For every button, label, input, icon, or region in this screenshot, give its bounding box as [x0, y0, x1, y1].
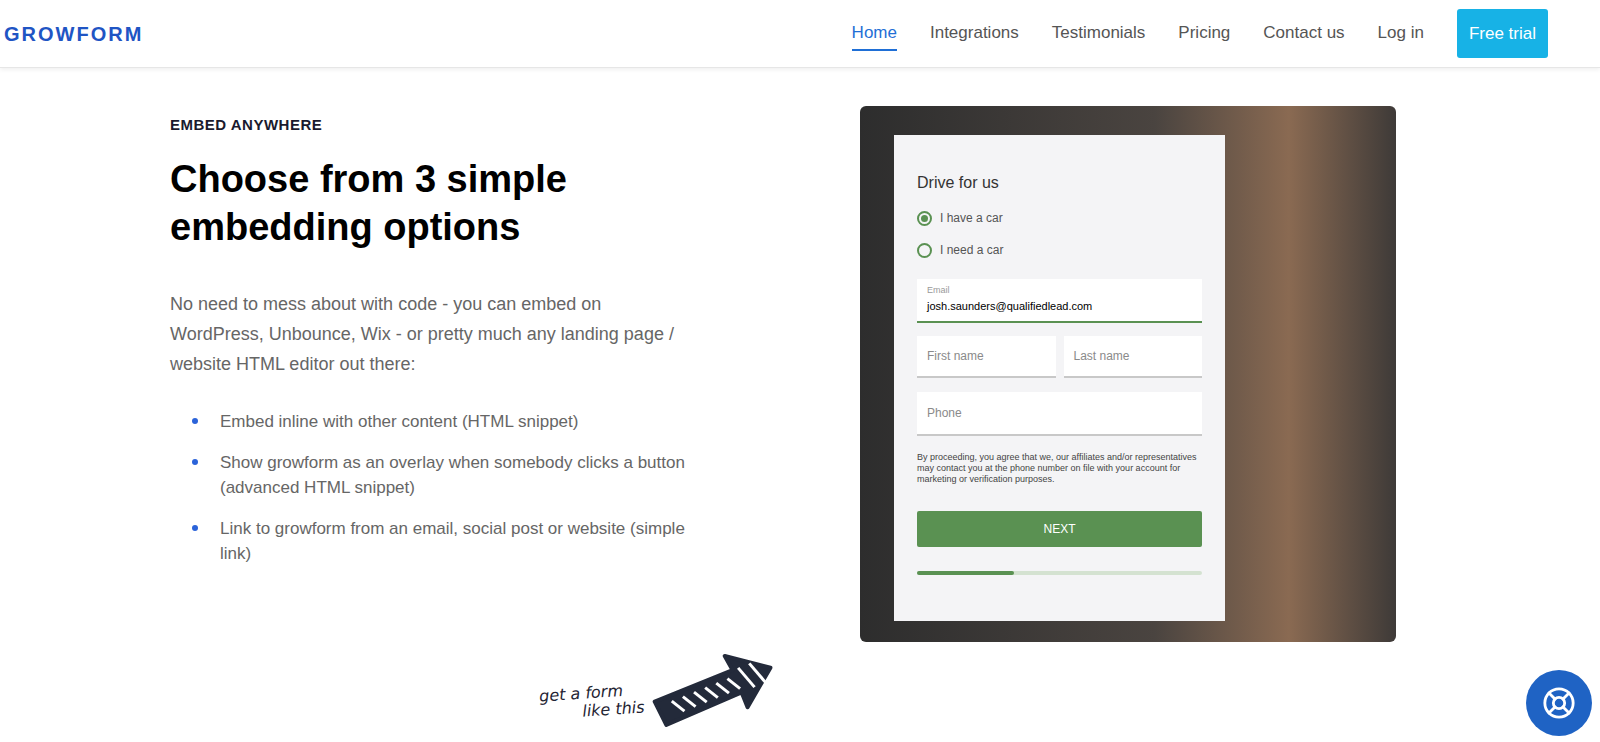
page: GROWFORM Home Integrations Testimonials Pric…: [0, 0, 1600, 742]
name-row: First nameLast name: [917, 336, 1202, 378]
section-title: Choose from 3 simple embedding options: [170, 155, 610, 251]
help-button[interactable]: [1526, 670, 1592, 736]
bullet-dot-icon: [192, 418, 198, 424]
bullet-item: Link to growform from an email, social p…: [192, 516, 730, 566]
radio-option[interactable]: I need a car: [917, 241, 1202, 259]
next-button[interactable]: NEXT: [917, 511, 1202, 547]
eyebrow: EMBED ANYWHERE: [170, 114, 730, 137]
radio-icon: [917, 243, 932, 258]
radio-option[interactable]: I have a car: [917, 209, 1202, 227]
form-title: Drive for us: [917, 171, 1202, 195]
progress-bar: [917, 571, 1202, 575]
nav-item[interactable]: Home: [852, 16, 897, 52]
bullet-list: Embed inline with other content (HTML sn…: [170, 409, 730, 566]
last-name-field[interactable]: Last name: [1064, 336, 1203, 378]
email-field[interactable]: Emailjosh.saunders@qualifiedlead.com: [917, 279, 1202, 323]
nav-item[interactable]: Log in: [1378, 16, 1424, 52]
arrow-icon: [650, 648, 780, 728]
embed-section: EMBED ANYWHERE Choose from 3 simple embed…: [0, 68, 1600, 642]
first-name-field[interactable]: First name: [917, 336, 1056, 378]
text-column: EMBED ANYWHERE Choose from 3 simple embed…: [170, 106, 730, 642]
bullet-item: Show growform as an overlay when somebod…: [192, 450, 730, 500]
radio-icon: [917, 211, 932, 226]
intro: No need to mess about with code - you ca…: [170, 289, 690, 379]
free-trial-button[interactable]: Free trial: [1457, 9, 1548, 59]
bullet-item: Embed inline with other content (HTML sn…: [192, 409, 730, 434]
nav-item[interactable]: Pricing: [1178, 16, 1230, 52]
callout-text: get a formlike this: [539, 680, 646, 731]
bullet-dot-icon: [192, 459, 198, 465]
lifebuoy-icon: [1542, 686, 1576, 720]
form-card: Drive for us I have a car I need a car Emai…: [894, 135, 1225, 621]
callout: get a formlike this: [540, 648, 1600, 728]
disclaimer: By proceeding, you agree that we, our af…: [917, 452, 1202, 485]
nav-item[interactable]: Contact us: [1263, 16, 1344, 52]
bullet-dot-icon: [192, 525, 198, 531]
logo[interactable]: GROWFORM: [4, 19, 143, 49]
form-preview-panel: Drive for us I have a car I need a car Emai…: [860, 106, 1396, 642]
navbar: GROWFORM Home Integrations Testimonials Pric…: [0, 0, 1600, 68]
nav-item[interactable]: Testimonials: [1052, 16, 1146, 52]
nav: Home Integrations Testimonials Pricing Conta…: [852, 9, 1548, 59]
phone-field[interactable]: Phone: [917, 392, 1202, 436]
radio-group: I have a car I need a car: [917, 209, 1202, 259]
nav-item[interactable]: Integrations: [930, 16, 1019, 52]
